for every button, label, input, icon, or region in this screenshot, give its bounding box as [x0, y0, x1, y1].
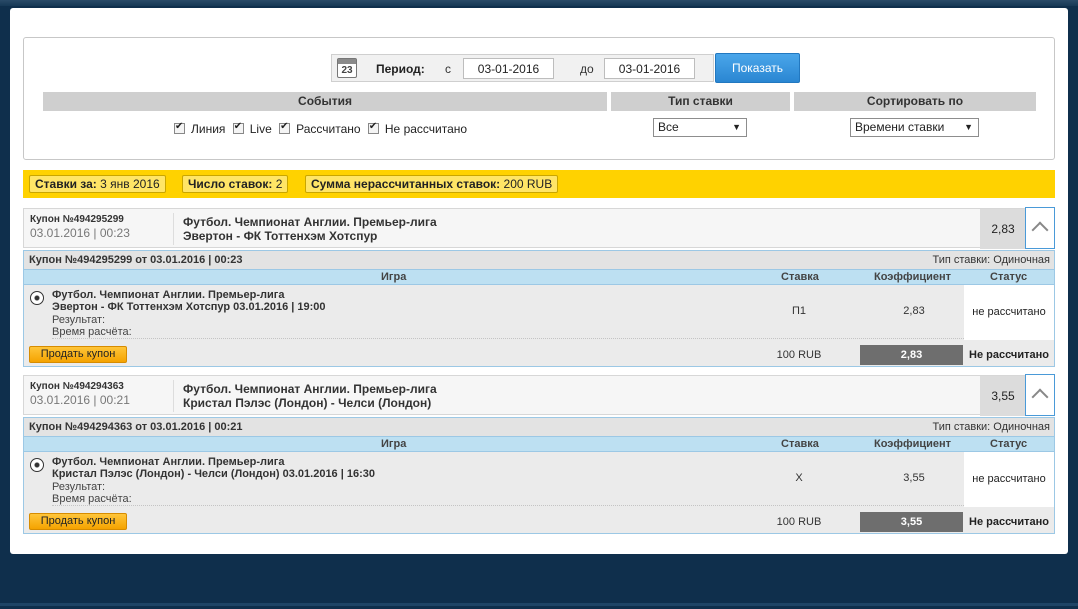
football-icon [30, 291, 44, 305]
row-result-label: Результат: [52, 314, 106, 326]
show-button[interactable]: Показать [715, 53, 800, 83]
coupon-datetime: 03.01.2016 | 00:21 [30, 393, 130, 407]
coupon-odd: 2,83 [980, 209, 1026, 249]
row-match: Кристал Пэлэс (Лондон) - Челси (Лондон) … [52, 468, 376, 480]
footer-amount: 100 RUB [776, 516, 822, 528]
coupon-league: Футбол. Чемпионат Англии. Премьер-лига [183, 382, 437, 396]
collapse-toggle[interactable] [1025, 207, 1055, 249]
row-coef: 3,55 [903, 472, 925, 484]
column-headers: Игра Ставка Коэффициент Статус [24, 269, 1054, 285]
sell-coupon-button[interactable]: Продать купон [29, 513, 127, 530]
row-time-label: Время расчёта: [52, 493, 132, 505]
footer-status: Не рассчитано [969, 516, 1049, 528]
coupon-league: Футбол. Чемпионат Англии. Премьер-лига [183, 215, 437, 229]
period-selector: 23 Период: с до [331, 54, 714, 82]
coupon-footer: Продать купон 100 RUB 2,83 Не рассчитано [24, 340, 1054, 366]
coupon-header[interactable]: Купон №494294363 03.01.2016 | 00:21 Футб… [23, 375, 1055, 416]
bet-row: Футбол. Чемпионат Англии. Премьер-лига Э… [24, 285, 1054, 340]
date-from-input[interactable] [463, 58, 554, 79]
column-headers: Игра Ставка Коэффициент Статус [24, 436, 1054, 452]
column-stake: Ставка [781, 438, 819, 450]
coupon-title: Купон №494294363 от 03.01.2016 | 00:21 [29, 421, 243, 433]
chevron-up-icon [1031, 221, 1049, 239]
footer-status: Не рассчитано [969, 349, 1049, 361]
column-status: Статус [990, 438, 1028, 450]
stats-bar: Ставки за: 3 янв 2016 Число ставок: 2 Су… [23, 170, 1055, 198]
sort-by-header: Сортировать по [794, 92, 1036, 111]
football-icon [30, 458, 44, 472]
coupon-number: Купон №494294363 [30, 381, 124, 392]
bet-row: Футбол. Чемпионат Англии. Премьер-лига К… [24, 452, 1054, 507]
top-border [0, 0, 1078, 6]
coupon-match: Эвертон - ФК Тоттенхэм Хотспур [183, 229, 378, 243]
checkbox-live[interactable]: Live [232, 121, 272, 136]
coupon-datetime: 03.01.2016 | 00:23 [30, 226, 130, 240]
bets-for-badge: Ставки за: 3 янв 2016 [29, 175, 166, 193]
dropdown-arrow-icon: ▼ [732, 122, 741, 132]
dropdown-arrow-icon: ▼ [964, 122, 973, 132]
filter-box: 23 Период: с до Показать События Тип ста… [23, 37, 1055, 160]
sort-select[interactable]: Времени ставки ▼ [850, 118, 979, 137]
from-label: с [445, 62, 451, 76]
row-match: Эвертон - ФК Тоттенхэм Хотспур 03.01.201… [52, 301, 326, 313]
column-game: Игра [381, 438, 407, 450]
row-stake: X [795, 472, 803, 484]
collapse-toggle[interactable] [1025, 374, 1055, 416]
footer-coef: 2,83 [860, 345, 963, 365]
checkbox-checked-icon[interactable] [174, 121, 185, 134]
coupon-header[interactable]: Купон №494295299 03.01.2016 | 00:23 Футб… [23, 208, 1055, 249]
coupon-footer: Продать купон 100 RUB 3,55 Не рассчитано [24, 507, 1054, 533]
checkbox-checked-icon[interactable] [367, 121, 379, 134]
bet-type-select[interactable]: Все ▼ [653, 118, 747, 137]
checkbox-line[interactable]: Линия [174, 121, 225, 136]
sell-coupon-button[interactable]: Продать купон [29, 346, 127, 363]
column-game: Игра [381, 271, 407, 283]
coupon-bet-type: Тип ставки: Одиночная [932, 254, 1050, 266]
period-label: Период: [376, 62, 425, 76]
checkbox-checked-icon[interactable] [279, 121, 291, 134]
row-league: Футбол. Чемпионат Англии. Премьер-лига [52, 289, 285, 301]
column-status: Статус [990, 271, 1028, 283]
checkbox-unsettled[interactable]: Не рассчитано [367, 121, 467, 136]
coupon-number: Купон №494295299 [30, 214, 124, 225]
to-label: до [580, 62, 594, 76]
row-stake: П1 [791, 305, 807, 317]
footer-coef: 3,55 [860, 512, 963, 532]
date-to-input[interactable] [604, 58, 695, 79]
coupon-odd: 3,55 [980, 376, 1026, 416]
chevron-up-icon [1031, 388, 1049, 406]
coupon-match: Кристал Пэлэс (Лондон) - Челси (Лондон) [183, 396, 432, 410]
column-coef: Коэффициент [874, 438, 952, 450]
calendar-icon[interactable]: 23 [337, 58, 357, 78]
checkbox-checked-icon[interactable] [232, 121, 244, 134]
coupon-bet-type: Тип ставки: Одиночная [932, 421, 1050, 433]
column-stake: Ставка [781, 271, 819, 283]
footer-amount: 100 RUB [776, 349, 822, 361]
bet-type-header: Тип ставки [611, 92, 790, 111]
bet-history-panel: 23 Период: с до Показать События Тип ста… [10, 8, 1068, 554]
row-status: не рассчитано [964, 285, 1054, 340]
column-coef: Коэффициент [874, 271, 952, 283]
row-status: не рассчитано [964, 452, 1054, 507]
bottom-border [0, 603, 1078, 606]
coupon-details: Купон №494295299 от 03.01.2016 | 00:23 Т… [23, 250, 1055, 367]
event-filter-checkboxes: Линия Live Рассчитано Не рассчитано [174, 121, 471, 136]
row-result-label: Результат: [52, 481, 106, 493]
coupon-title: Купон №494295299 от 03.01.2016 | 00:23 [29, 254, 243, 266]
row-league: Футбол. Чемпионат Англии. Премьер-лига [52, 456, 285, 468]
row-time-label: Время расчёта: [52, 326, 132, 338]
coupon-details: Купон №494294363 от 03.01.2016 | 00:21 Т… [23, 417, 1055, 534]
events-header: События [43, 92, 607, 111]
row-coef: 2,83 [903, 305, 925, 317]
checkbox-settled[interactable]: Рассчитано [279, 121, 361, 136]
bet-count-badge: Число ставок: 2 [182, 175, 289, 193]
unsettled-sum-badge: Сумма нерассчитанных ставок: 200 RUB [305, 175, 559, 193]
